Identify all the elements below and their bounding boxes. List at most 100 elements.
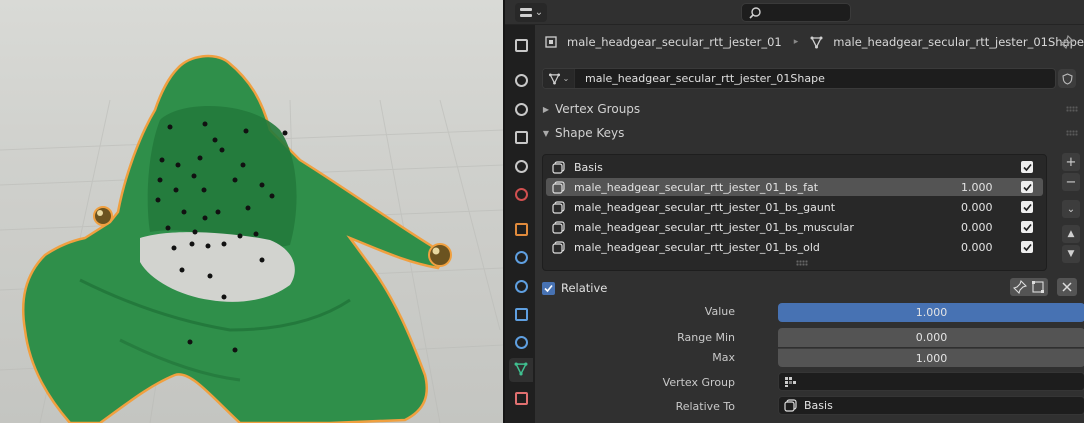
edit-mode-icon[interactable]: [1031, 280, 1045, 294]
shape-key-name[interactable]: Basis: [574, 161, 961, 174]
shape-key-icon: [550, 199, 566, 215]
shape-key-row[interactable]: male_headgear_secular_rtt_jester_01_bs_g…: [546, 198, 1043, 216]
mesh-datablock-selector[interactable]: ⌄ male_headgear_secular_rtt_jester_01Sha…: [542, 68, 1056, 89]
shape-key-name[interactable]: male_headgear_secular_rtt_jester_01_bs_m…: [574, 221, 961, 234]
world-tab[interactable]: [509, 182, 533, 206]
move-down-button[interactable]: ▼: [1062, 245, 1080, 263]
material-tab[interactable]: [509, 386, 533, 410]
breadcrumb-separator-icon: ▸: [793, 37, 799, 47]
value-text: 1.000: [915, 306, 948, 319]
chevron-down-icon: ⌄: [562, 74, 570, 83]
physics-icon: [514, 307, 528, 321]
scene-tab[interactable]: [509, 154, 533, 178]
wrench-icon: [514, 250, 528, 264]
clear-shape-key-weights-button[interactable]: [1057, 278, 1077, 296]
shape-key-name[interactable]: male_headgear_secular_rtt_jester_01_bs_g…: [574, 201, 961, 214]
value-slider[interactable]: 1.000: [778, 303, 1084, 322]
shape-key-value[interactable]: 0.000: [961, 201, 1021, 214]
shape-keys-list[interactable]: Basis male_headgear_secular_rtt_jester_01…: [542, 154, 1047, 271]
shape-key-icon: [550, 159, 566, 175]
3d-viewport[interactable]: [0, 0, 503, 423]
modifiers-tab[interactable]: [509, 245, 533, 269]
shape-key-name[interactable]: male_headgear_secular_rtt_jester_01_bs_f…: [574, 181, 961, 194]
object-tab[interactable]: [509, 217, 533, 241]
panel-grip-icon[interactable]: [1066, 106, 1078, 112]
move-up-button[interactable]: ▲: [1062, 225, 1080, 243]
checkmark-icon: [544, 284, 553, 292]
world-icon: [514, 187, 528, 201]
shape-key-mute-checkbox[interactable]: [1021, 201, 1033, 213]
relative-checkbox[interactable]: [542, 281, 555, 295]
pin-icon[interactable]: [1013, 280, 1027, 294]
left-bell: [93, 206, 113, 226]
shape-key-row[interactable]: male_headgear_secular_rtt_jester_01_bs_f…: [546, 178, 1043, 196]
pin-edit-buttons[interactable]: [1010, 278, 1048, 296]
relative-to-value: Basis: [804, 399, 833, 412]
physics-tab[interactable]: [509, 302, 533, 326]
shape-key-value[interactable]: 0.000: [961, 241, 1021, 254]
shape-key-icon: [550, 179, 566, 195]
shape-key-row[interactable]: male_headgear_secular_rtt_jester_01_bs_o…: [546, 238, 1043, 256]
constraints-tab[interactable]: [509, 330, 533, 354]
render-tab[interactable]: [509, 68, 533, 92]
minus-icon: −: [1065, 174, 1077, 190]
panel-vertex-groups[interactable]: ▶ Vertex Groups: [535, 98, 1084, 120]
output-tab[interactable]: [509, 97, 533, 121]
properties-content: male_headgear_secular_rtt_jester_01 ▸ ma…: [535, 25, 1084, 423]
object-icon: [514, 222, 528, 236]
remove-shape-key-button[interactable]: −: [1062, 173, 1080, 191]
shape-key-mute-checkbox[interactable]: [1021, 161, 1033, 173]
view-layer-icon: [514, 130, 528, 144]
mesh-datablock-name[interactable]: male_headgear_secular_rtt_jester_01Shape: [575, 72, 825, 85]
range-min-value: 0.000: [915, 331, 948, 344]
browse-mesh-button[interactable]: ⌄: [543, 69, 575, 88]
particles-tab[interactable]: [509, 274, 533, 298]
relative-to-field[interactable]: Basis: [778, 396, 1084, 415]
tool-tab[interactable]: [509, 33, 533, 57]
vertex-group-field[interactable]: [778, 372, 1084, 391]
vertex-group-icon: [785, 376, 796, 387]
max-value: 1.000: [915, 351, 948, 365]
shape-key-value[interactable]: 0.000: [961, 221, 1021, 234]
view-layer-tab[interactable]: [509, 125, 533, 149]
plus-icon: +: [1065, 154, 1077, 170]
panel-shape-keys[interactable]: ▼ Shape Keys: [535, 122, 1084, 144]
panel-vertex-groups-label: Vertex Groups: [555, 102, 641, 116]
viewport-scene: [0, 54, 503, 423]
breadcrumb-mesh-label: male_headgear_secular_rtt_jester_01Shape: [833, 35, 1084, 49]
data-tab[interactable]: [509, 358, 533, 382]
panel-shape-keys-label: Shape Keys: [555, 126, 625, 140]
list-resize-grip-icon[interactable]: [796, 260, 808, 266]
checkmark-icon: [1022, 203, 1032, 211]
shape-key-name[interactable]: male_headgear_secular_rtt_jester_01_bs_o…: [574, 241, 961, 254]
add-shape-key-button[interactable]: +: [1062, 153, 1080, 171]
shape-key-row[interactable]: Basis: [546, 158, 1043, 176]
right-bell: [428, 243, 452, 267]
fake-user-button[interactable]: [1058, 69, 1076, 88]
shape-key-mute-checkbox[interactable]: [1021, 181, 1033, 193]
relative-to-label: Relative To: [675, 400, 735, 413]
shape-key-icon: [550, 239, 566, 255]
pin-icon[interactable]: [1060, 35, 1074, 49]
shape-key-mute-checkbox[interactable]: [1021, 241, 1033, 253]
checkmark-icon: [1022, 163, 1032, 171]
constraints-icon: [514, 335, 528, 349]
shape-key-value[interactable]: 1.000: [961, 181, 1021, 194]
editor-type-button[interactable]: ⌄: [515, 3, 547, 22]
tool-icon: [514, 38, 528, 52]
shape-key-mute-checkbox[interactable]: [1021, 221, 1033, 233]
shape-key-icon: [550, 219, 566, 235]
shape-key-row[interactable]: male_headgear_secular_rtt_jester_01_bs_m…: [546, 218, 1043, 236]
breadcrumb-mesh[interactable]: male_headgear_secular_rtt_jester_01Shape: [810, 35, 1084, 49]
properties-editor: ⌄ male_headgear_secular_rtt_jester_01 ▸ …: [505, 0, 1084, 423]
search-input[interactable]: [741, 3, 851, 22]
range-min-field[interactable]: 0.000: [778, 328, 1084, 347]
breadcrumb: male_headgear_secular_rtt_jester_01 ▸ ma…: [535, 30, 1084, 54]
particles-icon: [514, 279, 528, 293]
range-max-field[interactable]: 1.000: [778, 348, 1084, 367]
relative-toggle[interactable]: Relative: [542, 278, 607, 298]
breadcrumb-object[interactable]: male_headgear_secular_rtt_jester_01: [545, 35, 782, 49]
panel-grip-icon[interactable]: [1066, 130, 1078, 136]
shape-key-specials-button[interactable]: ⌄: [1062, 200, 1080, 218]
close-icon: [1062, 282, 1072, 292]
